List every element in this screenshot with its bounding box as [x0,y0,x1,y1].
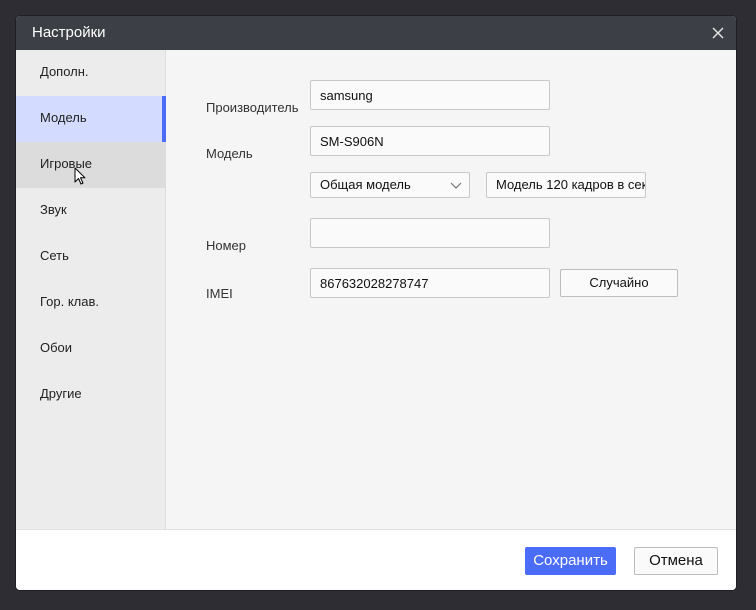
sidebar-item-label: Другие [40,386,82,401]
manufacturer-label: Производитель [206,100,299,115]
sidebar-item-model[interactable]: Модель [16,96,166,142]
fps-model-select-value: Модель 120 кадров в сек [496,177,646,192]
sidebar-item-hotkeys[interactable]: Гор. клав. [16,280,165,326]
settings-sidebar: Дополн. Модель Игровые Звук Сеть Гор. кл… [16,50,166,529]
model-input[interactable] [310,126,550,156]
dialog-title: Настройки [32,24,106,41]
sidebar-item-label: Обои [40,340,73,355]
number-label: Номер [206,238,247,253]
close-button[interactable] [708,23,728,43]
sidebar-item-advanced[interactable]: Дополн. [16,50,165,96]
sidebar-item-wallpaper[interactable]: Обои [16,326,165,372]
imei-input[interactable] [310,268,550,298]
close-icon [712,27,724,39]
model-type-select[interactable]: Общая модель [310,172,470,198]
sidebar-item-label: Гор. клав. [40,294,100,309]
cancel-button[interactable]: Отмена [634,547,718,575]
dialog-footer: Сохранить Отмена [16,529,736,590]
phone-number-input[interactable] [310,218,550,248]
mouse-pointer-icon [74,167,86,185]
sidebar-item-label: Сеть [40,248,69,263]
sidebar-item-network[interactable]: Сеть [16,234,165,280]
sidebar-item-other[interactable]: Другие [16,372,165,418]
sidebar-item-sound[interactable]: Звук [16,188,165,234]
chevron-down-icon [450,182,462,189]
sidebar-item-label: Звук [40,202,67,217]
save-button[interactable]: Сохранить [525,547,616,575]
model-settings-panel: Производитель Модель Общая модель Модель… [166,50,736,529]
settings-dialog: Настройки Дополн. Модель Игровые Звук Се… [16,16,736,590]
title-bar: Настройки [16,16,736,50]
manufacturer-input[interactable] [310,80,550,110]
fps-model-select[interactable]: Модель 120 кадров в сек [486,172,646,198]
sidebar-item-label: Модель [40,110,87,125]
model-label: Модель [206,146,253,161]
random-imei-button[interactable]: Случайно [560,269,678,297]
imei-label: IMEI [206,286,233,301]
sidebar-item-label: Дополн. [40,64,89,79]
model-type-select-value: Общая модель [320,177,411,192]
sidebar-item-gaming[interactable]: Игровые [16,142,165,188]
